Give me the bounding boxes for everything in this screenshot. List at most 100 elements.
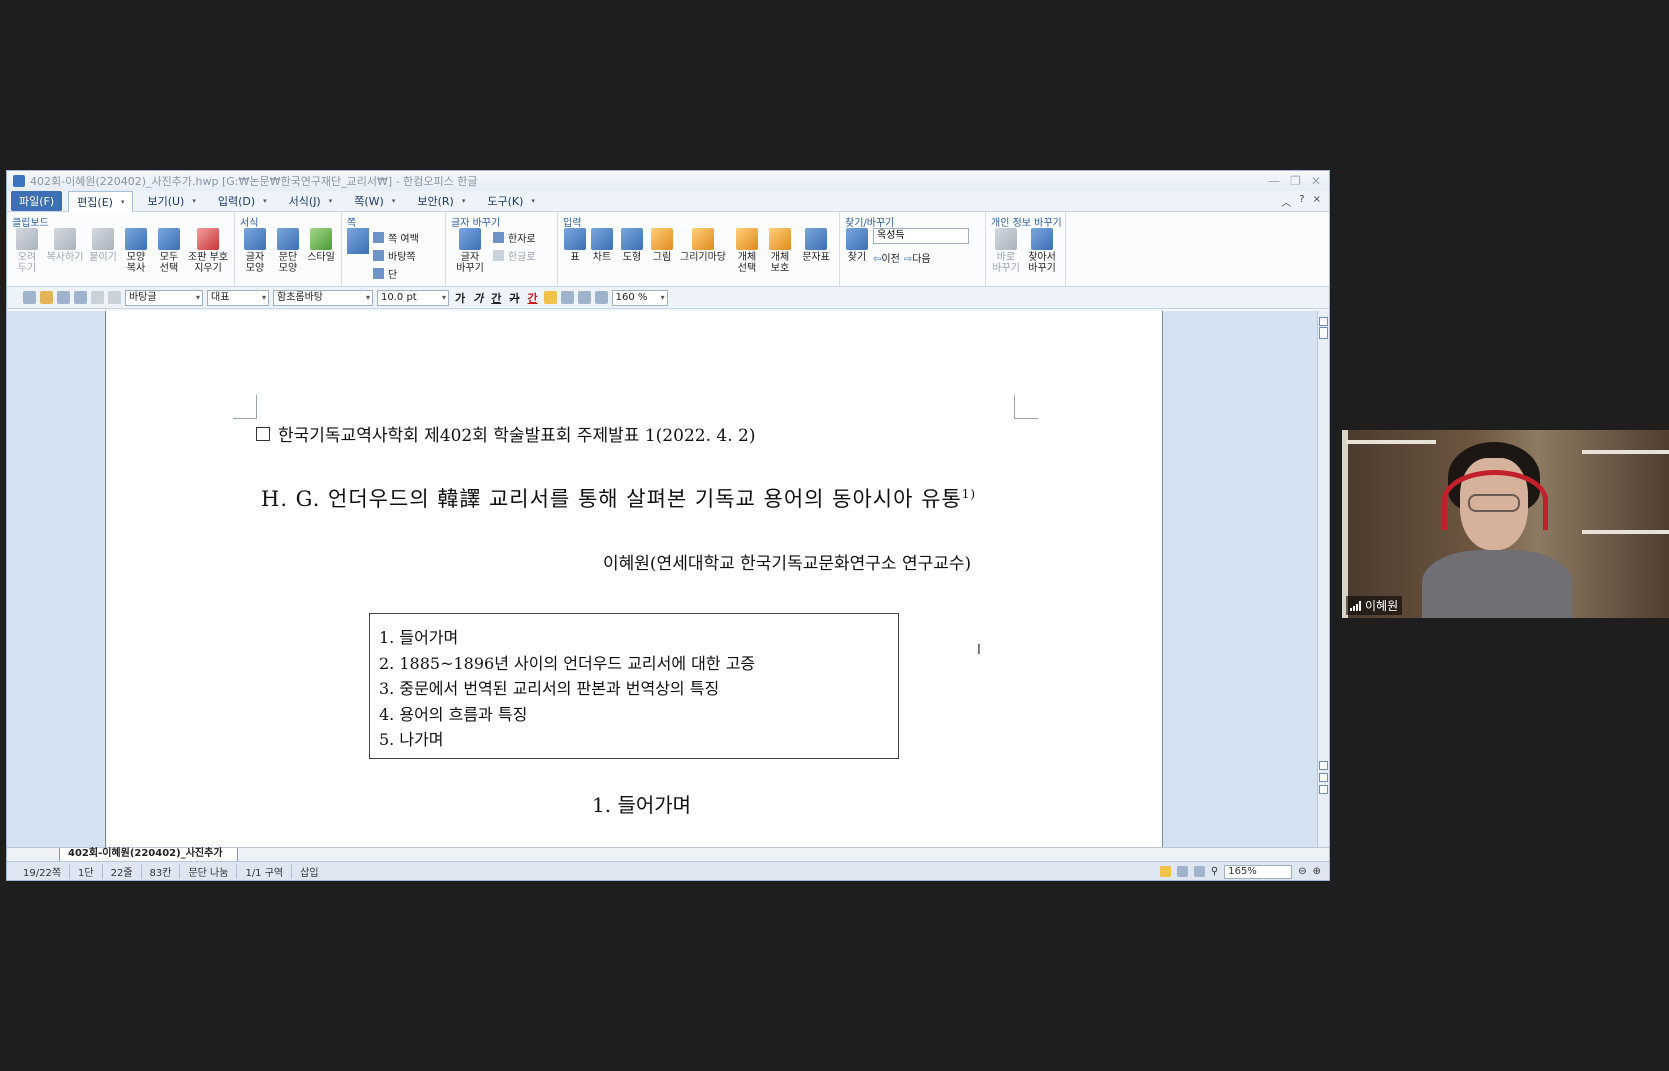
style-select[interactable]: 바탕글 <box>125 289 203 306</box>
format-copy-button[interactable]: 모양 복사 <box>121 228 151 274</box>
status-col: 83칸 <box>142 864 181 879</box>
replace-now-button[interactable]: 바로 바꾸기 <box>991 228 1021 274</box>
restore-button[interactable]: ❐ <box>1290 174 1301 188</box>
page-margin-button[interactable]: 쪽 여백 <box>373 228 419 246</box>
find-next-button[interactable]: ⇨다음 <box>904 250 931 265</box>
tool-label: 차트 <box>592 252 612 263</box>
strikethrough-button[interactable]: 가 <box>507 290 521 306</box>
para-shape-button[interactable]: 문단 모양 <box>273 228 303 274</box>
language-select[interactable]: 대표 <box>207 289 269 306</box>
columns-button[interactable]: 단 <box>373 264 419 282</box>
status-line: 22줄 <box>103 864 142 879</box>
new-doc-icon[interactable] <box>23 291 36 304</box>
menu-file[interactable]: 파일(F) <box>11 191 63 211</box>
ribbon-collapse-button[interactable]: ︿ <box>1281 194 1291 209</box>
align-right-icon[interactable] <box>594 291 608 304</box>
normal-view-icon[interactable] <box>1159 866 1171 877</box>
menu-view[interactable]: 보기(U) ▾ <box>139 191 203 211</box>
align-justify-icon[interactable] <box>543 291 557 304</box>
font-select[interactable]: 함초롬바탕 <box>273 289 373 306</box>
paste-icon <box>92 228 114 250</box>
find-button[interactable]: 찾기 <box>845 228 869 266</box>
font-size-input[interactable]: 10.0 pt <box>377 289 449 306</box>
group-title: 쪽 <box>347 218 357 229</box>
find-replace-privacy-button[interactable]: 찾아서 바꾸기 <box>1024 228 1060 274</box>
prev-page-icon[interactable] <box>1319 773 1328 782</box>
scroll-thumb[interactable] <box>1319 327 1328 339</box>
status-mode[interactable]: 삽입 <box>292 864 326 879</box>
outline-view-icon[interactable] <box>1193 866 1205 877</box>
web-view-icon[interactable] <box>1176 866 1188 877</box>
paste-button[interactable]: 붙이기 <box>88 228 118 274</box>
tool-label: 조판 부호 지우기 <box>188 252 228 274</box>
tool-label: 그리기마당 <box>680 252 726 263</box>
chart-button[interactable]: 차트 <box>590 228 614 274</box>
object-protect-button[interactable]: 개체 보호 <box>765 228 795 274</box>
align-left-icon[interactable] <box>560 291 574 304</box>
document-workspace[interactable]: 한국기독교역사학회 제402회 학술발표회 주제발표 1(2022. 4. 2)… <box>7 311 1329 847</box>
redo-icon[interactable] <box>108 291 121 304</box>
document-tab[interactable]: 402회-이혜원(220402)_사진추가 <box>59 848 238 862</box>
vertical-scrollbar[interactable] <box>1317 311 1329 847</box>
magnifier-icon[interactable]: ⚲ <box>1211 866 1218 877</box>
tool-label: 문자표 <box>802 252 830 263</box>
doc-close-button[interactable]: × <box>1313 194 1321 209</box>
next-page-icon[interactable] <box>1319 785 1328 794</box>
menu-security[interactable]: 보안(R) ▾ <box>409 191 473 211</box>
font-color-button[interactable]: 간 <box>526 290 540 306</box>
align-center-icon[interactable] <box>577 291 591 304</box>
drawing-gallery-button[interactable]: 그리기마당 <box>677 228 729 274</box>
char-shape-button[interactable]: 글자 모양 <box>240 228 270 274</box>
find-input[interactable]: 옥성득 <box>873 228 969 244</box>
save-icon[interactable] <box>57 291 70 304</box>
document-page[interactable]: 한국기독교역사학회 제402회 학술발표회 주제발표 1(2022. 4. 2)… <box>105 311 1163 847</box>
style-button[interactable]: 스타일 <box>306 228 336 274</box>
menu-format[interactable]: 서식(J) ▾ <box>281 191 341 211</box>
zoom-select[interactable]: 165% <box>1224 864 1293 879</box>
zoom-in-icon[interactable]: ⊕ <box>1313 866 1321 877</box>
italic-button[interactable]: 가 <box>471 290 485 306</box>
open-folder-icon[interactable] <box>40 291 53 304</box>
master-page-button[interactable]: 바탕쪽 <box>373 246 419 264</box>
scroll-up-icon[interactable] <box>1319 317 1328 326</box>
select-all-button[interactable]: 모두 선택 <box>154 228 184 274</box>
find-prev-button[interactable]: ⇦이전 <box>873 250 900 265</box>
bold-button[interactable]: 가 <box>453 290 467 306</box>
page-group: 쪽 쪽 여백 바탕쪽 단 <box>342 212 446 286</box>
line-spacing-unit: % <box>637 291 648 303</box>
close-button[interactable]: ✕ <box>1311 174 1321 188</box>
symbols-button[interactable]: 문자표 <box>798 228 834 274</box>
copy-button[interactable]: 복사하기 <box>45 228 85 274</box>
menu-edit[interactable]: 편집(E) ▾ <box>68 190 134 212</box>
picture-button[interactable]: 그림 <box>650 228 674 274</box>
page-icon[interactable] <box>347 228 369 254</box>
document-title: H. G. 언더우드의 韓譯 교리서를 통해 살펴본 기독교 용어의 동아시아 … <box>261 483 976 513</box>
table-button[interactable]: 표 <box>563 228 587 274</box>
help-button[interactable]: ? <box>1299 194 1304 209</box>
cut-button[interactable]: 오려 두기 <box>12 228 42 274</box>
char-convert-button[interactable]: 글자 바꾸기 <box>451 228 489 274</box>
line-spacing-value: 160 <box>615 291 635 303</box>
to-hanja-button[interactable]: 한자로 <box>493 228 536 246</box>
menu-insert[interactable]: 입력(D) ▾ <box>210 191 275 211</box>
shape-button[interactable]: 도형 <box>617 228 647 274</box>
object-select-icon <box>736 228 758 250</box>
underline-button[interactable]: 간 <box>489 290 503 306</box>
minimize-button[interactable]: — <box>1268 174 1280 188</box>
to-hangul-button[interactable]: 한글로 <box>493 246 536 264</box>
line-spacing-input[interactable]: 160 % <box>611 289 668 306</box>
status-bar: 19/22쪽 1단 22줄 83칸 문단 나눔 1/1 구역 삽입 ⚲ 165%… <box>7 861 1329 880</box>
zoom-out-icon[interactable]: ⊖ <box>1298 866 1306 877</box>
menu-page-label: 쪽(W) <box>354 195 384 208</box>
menu-tools[interactable]: 도구(K) ▾ <box>479 191 543 211</box>
object-select-button[interactable]: 개체 선택 <box>732 228 762 274</box>
tool-label: 글자 바꾸기 <box>456 252 484 274</box>
insert-group: 입력 표 차트 도형 그림 그리기마당 개체 선택 개체 보호 문자표 <box>558 212 840 286</box>
footnote-marker: 1) <box>961 487 977 501</box>
scroll-down-icon[interactable] <box>1319 761 1328 770</box>
clear-codes-button[interactable]: 조판 부호 지우기 <box>187 228 229 274</box>
group-title: 클립보드 <box>12 218 49 229</box>
menu-page[interactable]: 쪽(W) ▾ <box>346 191 403 211</box>
print-icon[interactable] <box>74 291 87 304</box>
undo-icon[interactable] <box>91 291 104 304</box>
